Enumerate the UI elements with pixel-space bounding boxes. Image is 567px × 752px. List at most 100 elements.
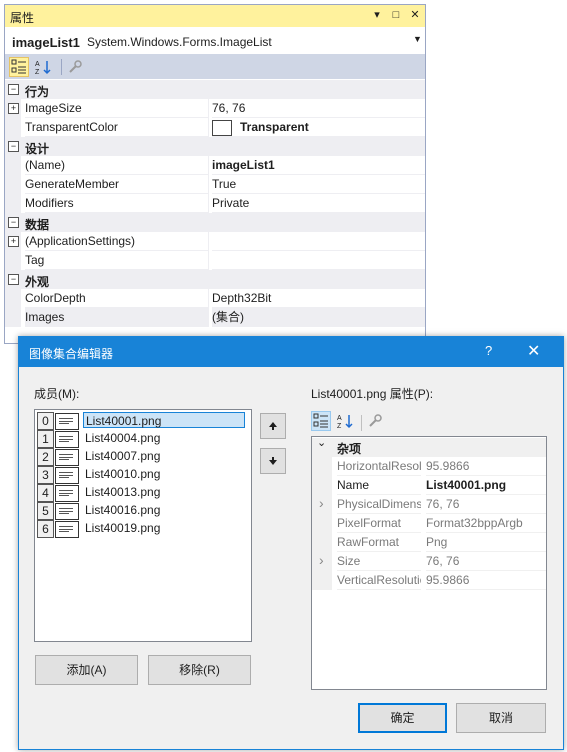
chevron-right-icon[interactable]: › bbox=[319, 552, 324, 568]
image-collection-editor-dialog: 图像集合编辑器 ? ✕ 成员(M): 0 List40001.png 1 List40… bbox=[18, 336, 564, 750]
sort-alphabetical-icon[interactable]: AZ bbox=[335, 411, 355, 431]
property-row[interactable]: GenerateMember True bbox=[5, 175, 425, 194]
property-row[interactable]: Images (集合) bbox=[5, 308, 425, 327]
chevron-down-icon[interactable]: ⌄ bbox=[317, 436, 326, 449]
property-row[interactable]: RawFormat Png bbox=[312, 533, 546, 552]
property-value[interactable] bbox=[212, 251, 425, 270]
categorized-icon[interactable] bbox=[9, 57, 29, 77]
property-value[interactable]: Png bbox=[426, 533, 546, 552]
list-item[interactable]: 1 List40004.png bbox=[37, 430, 249, 448]
row-gutter bbox=[5, 251, 21, 270]
property-row[interactable]: Tag bbox=[5, 251, 425, 270]
property-row[interactable]: ColorDepth Depth32Bit bbox=[5, 289, 425, 308]
object-selector[interactable]: imageList1 System.Windows.Forms.ImageLis… bbox=[5, 29, 425, 55]
properties-title-bar: 属性 ▾ □ ✕ bbox=[5, 5, 425, 27]
categorized-icon[interactable] bbox=[311, 411, 331, 431]
property-row[interactable]: Modifiers Private bbox=[5, 194, 425, 213]
remove-button[interactable]: 移除(R) bbox=[148, 655, 251, 685]
property-value[interactable]: 76, 76 bbox=[212, 99, 425, 118]
property-value[interactable]: List40001.png bbox=[426, 476, 546, 495]
property-row[interactable]: PixelFormat Format32bppArgb bbox=[312, 514, 546, 533]
property-name: (ApplicationSettings) bbox=[25, 232, 209, 251]
property-row[interactable]: + (ApplicationSettings) bbox=[5, 232, 425, 251]
property-row[interactable]: (Name) imageList1 bbox=[5, 156, 425, 175]
collapse-icon[interactable]: − bbox=[8, 217, 19, 228]
toolbar-separator bbox=[361, 415, 362, 431]
svg-text:A: A bbox=[35, 61, 40, 68]
move-down-button[interactable] bbox=[260, 448, 286, 474]
window-position-dropdown-icon[interactable]: ▾ bbox=[369, 7, 385, 23]
property-name: GenerateMember bbox=[25, 175, 209, 194]
property-row[interactable]: › Size 76, 76 bbox=[312, 552, 546, 571]
properties-title: 属性 bbox=[10, 11, 35, 25]
property-value[interactable]: 95.9866 bbox=[426, 457, 546, 476]
property-pages-icon[interactable] bbox=[365, 411, 385, 431]
expand-icon[interactable]: + bbox=[8, 103, 19, 114]
item-index: 5 bbox=[37, 502, 54, 520]
category-row[interactable]: − 外观 bbox=[5, 270, 425, 289]
property-value[interactable]: Depth32Bit bbox=[212, 289, 425, 308]
property-value[interactable]: (集合) bbox=[212, 308, 425, 327]
property-value[interactable]: 95.9866 bbox=[426, 571, 546, 590]
category-row[interactable]: − 设计 bbox=[5, 137, 425, 156]
list-item[interactable]: 4 List40013.png bbox=[37, 484, 249, 502]
member-properties-toolbar: AZ bbox=[311, 409, 547, 433]
property-name: (Name) bbox=[25, 156, 209, 175]
item-name: List40001.png bbox=[83, 412, 245, 428]
property-row[interactable]: TransparentColor Transparent bbox=[5, 118, 425, 137]
svg-text:A: A bbox=[337, 415, 342, 422]
move-up-button[interactable] bbox=[260, 413, 286, 439]
row-gutter bbox=[5, 118, 21, 137]
property-name: PhysicalDimension bbox=[337, 495, 421, 514]
chevron-right-icon[interactable]: › bbox=[319, 495, 324, 511]
list-item[interactable]: 6 List40019.png bbox=[37, 520, 249, 538]
property-row[interactable]: + ImageSize 76, 76 bbox=[5, 99, 425, 118]
property-row[interactable]: Name List40001.png bbox=[312, 476, 546, 495]
property-value[interactable]: Transparent bbox=[212, 118, 425, 137]
image-thumbnail-icon bbox=[55, 467, 79, 484]
item-name: List40010.png bbox=[85, 467, 161, 481]
property-name: RawFormat bbox=[337, 533, 421, 552]
item-index: 0 bbox=[37, 412, 54, 430]
members-list[interactable]: 0 List40001.png 1 List40004.png 2 List40007.p… bbox=[34, 409, 252, 642]
property-pages-icon[interactable] bbox=[65, 57, 85, 77]
property-row[interactable]: VerticalResolution 95.9866 bbox=[312, 571, 546, 590]
collapse-icon[interactable]: − bbox=[8, 141, 19, 152]
cancel-button[interactable]: 取消 bbox=[456, 703, 546, 733]
list-item[interactable]: 3 List40010.png bbox=[37, 466, 249, 484]
property-name: Size bbox=[337, 552, 421, 571]
list-item[interactable]: 0 List40001.png bbox=[37, 412, 249, 430]
property-grid: − 行为 + ImageSize 76, 76 TransparentColor Trans… bbox=[5, 80, 425, 327]
property-value-text: Transparent bbox=[240, 120, 309, 134]
category-row[interactable]: − 数据 bbox=[5, 213, 425, 232]
property-value[interactable]: Format32bppArgb bbox=[426, 514, 546, 533]
sort-alphabetical-icon[interactable]: AZ bbox=[33, 57, 53, 77]
list-item[interactable]: 2 List40007.png bbox=[37, 448, 249, 466]
property-row[interactable]: › PhysicalDimension 76, 76 bbox=[312, 495, 546, 514]
property-row[interactable]: HorizontalResolution 95.9866 bbox=[312, 457, 546, 476]
property-value[interactable]: imageList1 bbox=[212, 156, 425, 175]
property-value[interactable]: 76, 76 bbox=[426, 552, 546, 571]
category-row[interactable]: − 行为 bbox=[5, 80, 425, 99]
collapse-icon[interactable]: − bbox=[8, 274, 19, 285]
item-name: List40007.png bbox=[85, 449, 161, 463]
help-icon[interactable]: ? bbox=[485, 343, 492, 358]
chevron-down-icon[interactable]: ▼ bbox=[413, 34, 422, 44]
property-value[interactable]: 76, 76 bbox=[426, 495, 546, 514]
dialog-title-bar[interactable]: 图像集合编辑器 ? ✕ bbox=[19, 337, 563, 367]
property-value[interactable]: True bbox=[212, 175, 425, 194]
collapse-icon[interactable]: − bbox=[8, 84, 19, 95]
object-type: System.Windows.Forms.ImageList bbox=[87, 35, 272, 49]
close-icon[interactable]: ✕ bbox=[407, 7, 423, 23]
list-item[interactable]: 5 List40016.png bbox=[37, 502, 249, 520]
category-row[interactable]: ⌄ 杂项 bbox=[312, 436, 546, 457]
property-value[interactable]: Private bbox=[212, 194, 425, 213]
close-icon[interactable]: ✕ bbox=[527, 341, 540, 361]
item-name: List40019.png bbox=[85, 521, 161, 535]
expand-icon[interactable]: + bbox=[8, 236, 19, 247]
property-name: Images bbox=[25, 308, 209, 327]
property-value[interactable] bbox=[212, 232, 425, 251]
maximize-icon[interactable]: □ bbox=[388, 7, 404, 23]
add-button[interactable]: 添加(A) bbox=[35, 655, 138, 685]
ok-button[interactable]: 确定 bbox=[358, 703, 447, 733]
